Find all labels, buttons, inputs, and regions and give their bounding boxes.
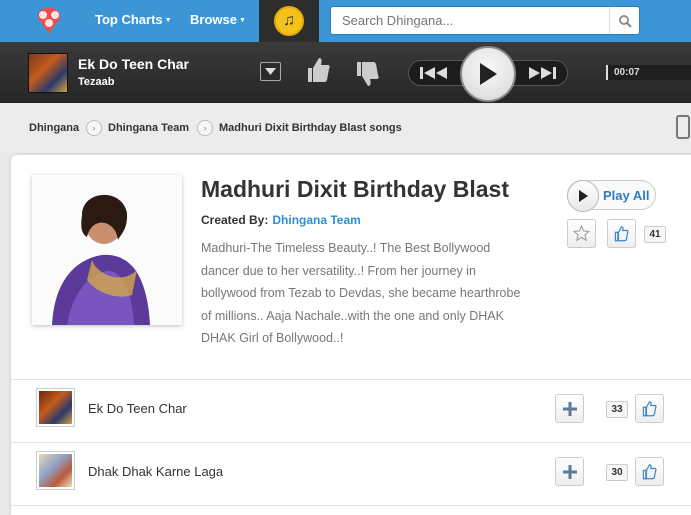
like-track-button[interactable]	[635, 457, 664, 486]
chevron-down-icon: ▼	[238, 17, 246, 24]
track-thumbnail	[36, 451, 75, 490]
add-icon	[562, 401, 577, 416]
add-icon	[562, 464, 577, 479]
star-icon	[573, 225, 590, 242]
music-tab[interactable]: ♫	[259, 0, 319, 42]
play-all-label: Play All	[603, 188, 650, 203]
playlist-like-count: 41	[644, 226, 666, 243]
breadcrumb-creator[interactable]: Dhingana Team	[108, 122, 189, 134]
previous-button[interactable]	[418, 64, 450, 82]
thumbs-down-icon	[357, 62, 379, 86]
playlist-description: Madhuri-The Timeless Beauty..! The Best …	[201, 241, 521, 345]
breadcrumb: Dhingana › Dhingana Team › Madhuri Dixit…	[0, 103, 691, 153]
top-nav: Top Charts ▼ Browse ▼ ♫	[0, 0, 691, 42]
thumbs-up-icon	[614, 226, 629, 242]
play-icon	[480, 63, 497, 85]
top-charts-menu[interactable]: Top Charts ▼	[95, 12, 172, 27]
thumbs-up-icon	[642, 464, 657, 480]
browse-menu[interactable]: Browse ▼	[190, 12, 246, 27]
thumbs-down-button[interactable]	[354, 58, 382, 90]
chevron-right-icon: ›	[197, 120, 213, 136]
track-like-count: 30	[606, 464, 628, 481]
creator-link[interactable]: Dhingana Team	[272, 213, 360, 227]
breadcrumb-current: Madhuri Dixit Birthday Blast songs	[219, 122, 402, 134]
search-input[interactable]	[331, 7, 609, 34]
divider	[11, 505, 691, 506]
chevron-right-icon: ›	[86, 120, 102, 136]
download-button[interactable]	[260, 62, 281, 81]
logo-icon[interactable]	[32, 4, 66, 38]
search-icon	[618, 14, 632, 28]
top-charts-label: Top Charts	[95, 12, 163, 27]
breadcrumb-home[interactable]: Dhingana	[29, 122, 79, 134]
track-title[interactable]: Dhak Dhak Karne Laga	[88, 464, 223, 479]
track-row[interactable]: Dhak Dhak Karne Laga 30	[11, 442, 691, 504]
music-note-icon: ♫	[274, 6, 304, 36]
track-row[interactable]: Ek Do Teen Char 33	[11, 379, 691, 441]
thumbs-up-icon	[642, 401, 657, 417]
like-track-button[interactable]	[635, 394, 664, 423]
playlist-cover-image	[32, 175, 182, 325]
search-box	[330, 6, 640, 35]
download-icon	[265, 67, 276, 75]
created-by: Created By: Dhingana Team	[201, 213, 361, 227]
track-like-count: 33	[606, 401, 628, 418]
like-playlist-button[interactable]	[607, 219, 636, 248]
chevron-down-icon: ▼	[164, 17, 172, 24]
play-all-button[interactable]: Play All	[567, 180, 656, 212]
playlist-title: Madhuri Dixit Birthday Blast	[201, 176, 509, 202]
mobile-device-icon[interactable]	[676, 115, 690, 139]
search-button[interactable]	[609, 7, 639, 34]
favorite-button[interactable]	[567, 219, 596, 248]
now-playing-artist[interactable]: Tezaab	[78, 76, 114, 88]
created-by-label: Created By:	[201, 213, 269, 227]
playback-time: 00:07	[606, 65, 691, 80]
previous-icon	[420, 67, 447, 79]
play-button[interactable]	[460, 46, 516, 102]
now-playing-title[interactable]: Ek Do Teen Char	[78, 56, 189, 72]
browse-label: Browse	[190, 12, 237, 27]
add-track-button[interactable]	[555, 394, 584, 423]
next-icon	[529, 67, 556, 79]
next-button[interactable]	[526, 64, 558, 82]
add-track-button[interactable]	[555, 457, 584, 486]
track-title[interactable]: Ek Do Teen Char	[88, 401, 187, 416]
thumbs-up-icon	[308, 58, 330, 82]
player-bar: Ek Do Teen Char Tezaab 00:07	[0, 42, 691, 103]
track-thumbnail	[36, 388, 75, 427]
now-playing-thumbnail[interactable]	[28, 53, 68, 93]
thumbs-up-button[interactable]	[305, 54, 333, 86]
play-icon	[567, 180, 599, 212]
